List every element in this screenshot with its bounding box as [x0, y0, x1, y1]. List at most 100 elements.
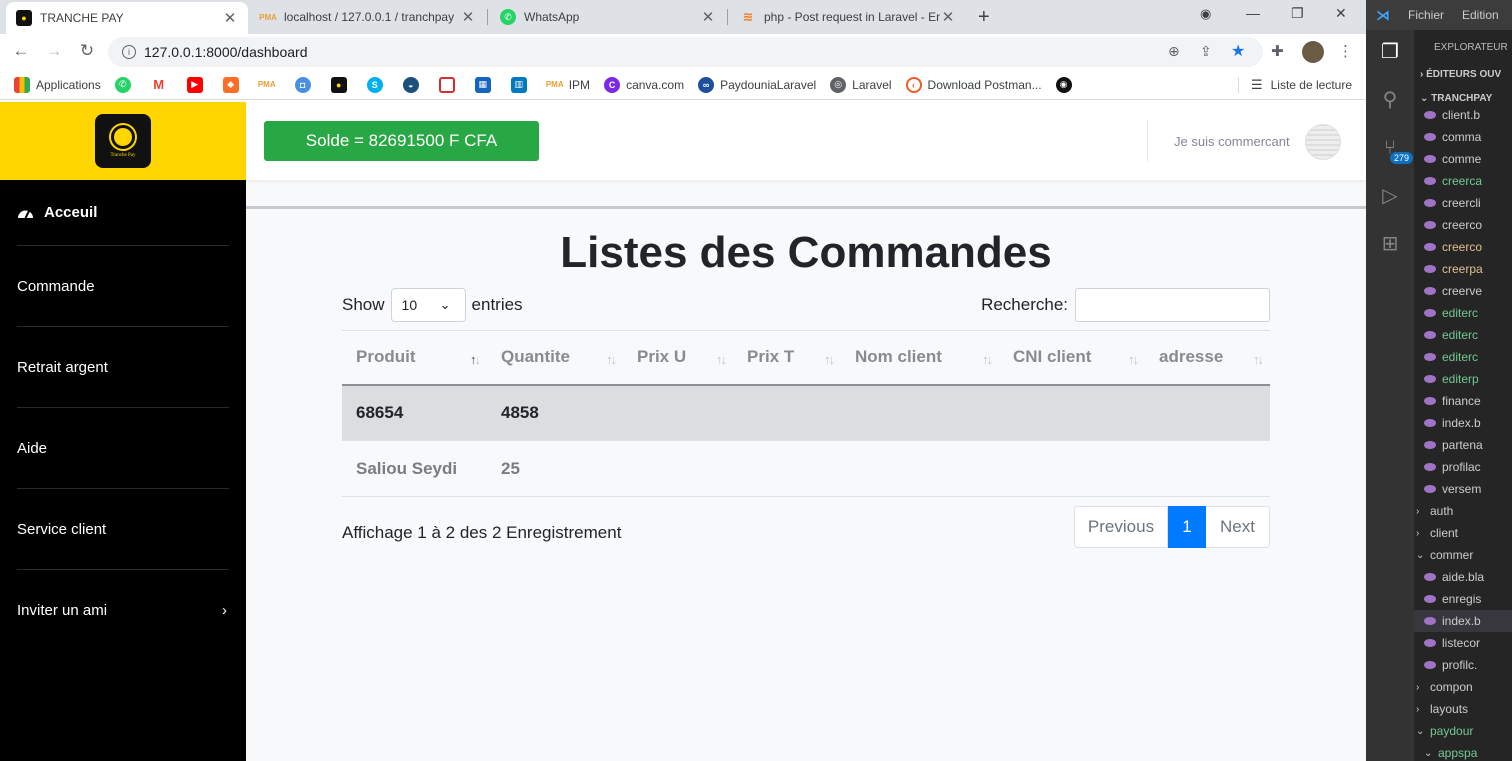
tab-tranche-pay[interactable]: ● TRANCHE PAY ✕ — [6, 2, 248, 34]
tab-phpmyadmin[interactable]: PMA localhost / 127.0.0.1 / tranchpay ✕ — [250, 0, 486, 34]
bookmark-paydounia[interactable]: ∞ PaydouniaLaravel — [698, 76, 816, 93]
file-item[interactable]: finance — [1414, 390, 1512, 412]
bookmark-github[interactable]: ◉ — [1055, 76, 1078, 93]
bookmark-blue-grid[interactable]: ▦ — [474, 76, 497, 93]
folder-item[interactable]: › auth — [1414, 500, 1512, 522]
forward-arrow-icon[interactable]: → — [43, 41, 65, 61]
file-item[interactable]: enregis — [1414, 588, 1512, 610]
maximize-icon[interactable]: ❐ — [1291, 5, 1304, 22]
back-arrow-icon[interactable]: ← — [10, 41, 32, 61]
table-row[interactable]: Saliou Seydi 25 — [342, 440, 1270, 497]
close-tab-icon[interactable]: ✕ — [460, 8, 476, 26]
folder-item[interactable]: ⌄ commer — [1414, 544, 1512, 566]
zoom-icon[interactable]: ⊕ — [1168, 43, 1180, 60]
reading-list[interactable]: ☰ Liste de lecture — [1237, 77, 1352, 93]
column-header-prix-t[interactable]: Prix T ↑↓ — [733, 330, 841, 386]
browser-menu-icon[interactable]: ⋮ — [1338, 42, 1353, 60]
column-header-cni-client[interactable]: CNI client ↑↓ — [999, 330, 1145, 386]
new-tab-plus-icon[interactable]: + — [978, 6, 990, 29]
file-item[interactable]: index.b — [1414, 412, 1512, 434]
sidebar-item-inviter-un-ami[interactable]: Inviter un ami › — [17, 570, 229, 651]
column-header-adresse[interactable]: adresse ↑↓ — [1145, 330, 1270, 386]
bookmark-skype[interactable]: S — [366, 76, 389, 93]
file-item[interactable]: comma — [1414, 126, 1512, 148]
bookmark-canva[interactable]: C canva.com — [604, 76, 684, 93]
reload-icon[interactable]: ↻ — [76, 41, 98, 61]
folder-item[interactable]: › layouts — [1414, 698, 1512, 720]
site-info-icon[interactable]: i — [122, 45, 136, 59]
file-item[interactable]: versem — [1414, 478, 1512, 500]
file-item[interactable]: listecor — [1414, 632, 1512, 654]
tab-stackoverflow[interactable]: ≋ php - Post request in Laravel - Er ✕ — [730, 0, 966, 34]
menu-fichier[interactable]: Fichier — [1408, 8, 1444, 22]
file-item[interactable]: creerpa — [1414, 258, 1512, 280]
user-role-label[interactable]: Je suis commercant — [1174, 134, 1290, 149]
extensions-puzzle-icon[interactable]: ✚ — [1271, 42, 1284, 60]
tab-whatsapp[interactable]: ✆ WhatsApp ✕ — [490, 0, 726, 34]
sidebar-item-acceuil[interactable]: Acceuil — [17, 180, 229, 246]
bookmark-monitor[interactable] — [438, 76, 461, 93]
bookmark-ipm[interactable]: PMA IPM — [546, 77, 590, 93]
sidebar-item-aide[interactable]: Aide — [17, 408, 229, 489]
file-item[interactable]: editerc — [1414, 346, 1512, 368]
folder-item[interactable]: ⌄ appspa — [1414, 742, 1512, 761]
menu-edition[interactable]: Edition — [1462, 8, 1499, 22]
bookmark-gitlab[interactable]: ◆ — [222, 76, 245, 93]
file-item[interactable]: creerco — [1414, 214, 1512, 236]
profile-avatar[interactable] — [1302, 41, 1324, 63]
bookmark-postman[interactable]: ‹ Download Postman... — [905, 76, 1042, 93]
search-input[interactable] — [1075, 288, 1270, 322]
file-item[interactable]: creerco — [1414, 236, 1512, 258]
bookmark-lock[interactable]: ◘ — [294, 76, 317, 93]
search-icon[interactable]: ⚲ — [1378, 88, 1402, 112]
folder-item[interactable]: › client — [1414, 522, 1512, 544]
previous-page-button[interactable]: Previous — [1074, 506, 1168, 548]
explorer-files-icon[interactable]: ❐ — [1378, 40, 1402, 64]
folder-item[interactable]: ⌄ paydour — [1414, 720, 1512, 742]
bookmark-whatsapp[interactable]: ✆ — [114, 76, 137, 93]
file-item[interactable]: profilc. — [1414, 654, 1512, 676]
sidebar-item-commande[interactable]: Commande — [17, 246, 229, 327]
file-item-selected[interactable]: index.b — [1414, 610, 1512, 632]
folder-item[interactable]: › compon — [1414, 676, 1512, 698]
project-section[interactable]: ⌄ TRANCHPAY — [1420, 93, 1492, 104]
share-icon[interactable]: ⇪ — [1200, 43, 1212, 60]
file-item[interactable]: editerc — [1414, 302, 1512, 324]
tranche-pay-logo[interactable]: Tranche Pay — [95, 114, 151, 168]
page-1-button[interactable]: 1 — [1168, 506, 1206, 548]
file-item[interactable]: profilac — [1414, 456, 1512, 478]
solde-button[interactable]: Solde = 82691500 F CFA — [264, 121, 539, 161]
column-header-produit[interactable]: Produit ↑↓ — [342, 330, 487, 386]
sidebar-item-service-client[interactable]: Service client — [17, 489, 229, 570]
file-item[interactable]: comme — [1414, 148, 1512, 170]
file-item[interactable]: client.b — [1414, 104, 1512, 126]
bookmark-mendeley[interactable]: ◒ — [402, 76, 425, 93]
extensions-icon[interactable]: ⊞ — [1378, 232, 1402, 256]
next-page-button[interactable]: Next — [1206, 506, 1270, 548]
tab-search-icon[interactable]: ◉ — [1200, 6, 1211, 22]
run-debug-icon[interactable]: ▷ — [1378, 184, 1402, 208]
close-tab-icon[interactable]: ✕ — [940, 8, 956, 26]
close-window-icon[interactable]: ✕ — [1335, 5, 1347, 22]
file-item[interactable]: partena — [1414, 434, 1512, 456]
file-item[interactable]: editerc — [1414, 324, 1512, 346]
file-item[interactable]: creerve — [1414, 280, 1512, 302]
bookmark-pma[interactable]: PMA — [258, 77, 281, 93]
file-item[interactable]: creercli — [1414, 192, 1512, 214]
bookmark-laravel[interactable]: ◎ Laravel — [830, 76, 892, 93]
file-item[interactable]: creerca — [1414, 170, 1512, 192]
column-header-prix-u[interactable]: Prix U ↑↓ — [623, 330, 733, 386]
bookmark-tranche[interactable]: ● — [330, 76, 353, 93]
minimize-icon[interactable]: — — [1246, 5, 1260, 21]
bookmark-applications[interactable]: Applications — [14, 76, 101, 93]
address-bar[interactable]: i 127.0.0.1:8000/dashboard — [108, 37, 1263, 67]
bookmark-youtube[interactable]: ▶ — [186, 76, 209, 93]
close-tab-icon[interactable]: ✕ — [700, 8, 716, 26]
entries-select[interactable]: 10 ⌄ — [390, 288, 466, 322]
file-item[interactable]: aide.bla — [1414, 566, 1512, 588]
column-header-quantite[interactable]: Quantite ↑↓ — [487, 330, 623, 386]
bookmark-gmail[interactable]: M — [150, 76, 173, 93]
close-tab-icon[interactable]: ✕ — [222, 9, 238, 27]
bookmark-star-icon[interactable]: ★ — [1231, 41, 1245, 61]
table-row[interactable]: 68654 4858 — [342, 384, 1270, 441]
